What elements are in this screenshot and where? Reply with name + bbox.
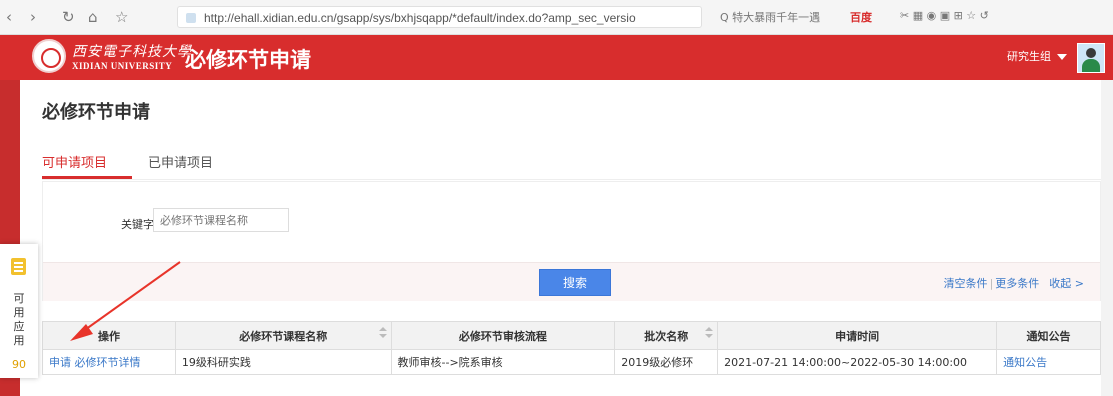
- annotation-arrow-icon: [70, 261, 181, 341]
